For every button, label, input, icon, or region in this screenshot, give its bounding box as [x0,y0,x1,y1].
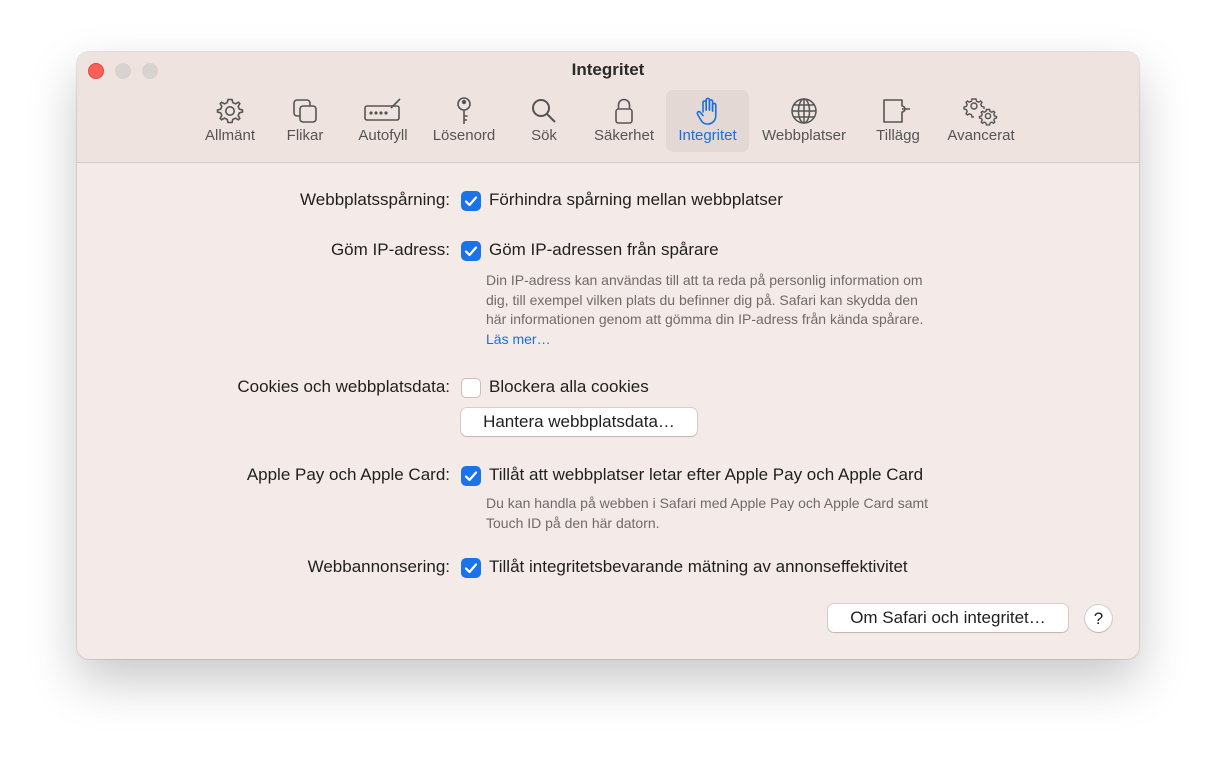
tab-label: Flikar [286,127,324,144]
hide-ip-checkbox[interactable] [461,241,481,261]
tab-autofill[interactable]: Autofyll [348,90,418,152]
titlebar: Integritet Allmänt Flikar Autofyll Lösen… [77,52,1139,163]
apple-pay-label: Apple Pay och Apple Card: [246,465,450,484]
tab-extensions[interactable]: Tillägg [866,90,930,152]
key-icon [457,97,471,124]
puzzle-icon [883,99,910,123]
help-button[interactable]: ? [1085,605,1112,632]
description-line: Din IP-adress kan användas till att ta r… [486,272,923,288]
block-cookies-option[interactable]: Blockera alla cookies [489,377,649,397]
tab-general[interactable]: Allmänt [195,90,265,152]
description-line: dig, till exempel vilken plats du befinn… [486,291,918,308]
checkmark-icon [464,563,478,574]
block-cookies-checkbox[interactable] [461,378,481,398]
checkmark-icon [464,471,478,482]
hand-icon [696,97,717,125]
apple-pay-checkbox[interactable] [461,466,481,486]
tab-label: Autofyll [358,127,408,144]
tab-label: Avancerat [947,127,1015,144]
tab-privacy[interactable]: Integritet [666,90,749,152]
hide-ip-label: Göm IP-adress: [330,240,450,259]
ad-measurement-checkbox[interactable] [461,558,481,578]
lock-icon [615,98,633,124]
apple-pay-option[interactable]: Tillåt att webbplatser letar efter Apple… [489,465,923,485]
gears-icon [963,98,998,126]
gear-icon [216,98,244,124]
tab-passwords[interactable]: Lösenord [425,90,503,152]
tab-label: Lösenord [432,127,496,144]
tab-tabs[interactable]: Flikar [273,90,337,152]
tracking-label: Webbplatsspårning: [300,190,450,209]
tab-websites[interactable]: Webbplatser [756,90,852,152]
hide-ip-option[interactable]: Göm IP-adressen från spårare [489,240,719,260]
autofill-icon [364,98,401,121]
description-line: Du kan handla på webben i Safari med App… [486,495,929,511]
preferences-toolbar: Allmänt Flikar Autofyll Lösenord Sök Säk… [77,90,1139,154]
tab-label: Integritet [678,127,737,144]
tab-label: Sök [531,127,557,144]
tab-label: Webbplatser [762,127,846,144]
tab-label: Säkerhet [593,127,655,144]
tab-search[interactable]: Sök [519,90,569,152]
tab-security[interactable]: Säkerhet [587,90,661,152]
prevent-tracking-checkbox[interactable] [461,191,481,211]
prevent-tracking-option[interactable]: Förhindra spårning mellan webbplatser [489,190,783,210]
hide-ip-description: Din IP-adress kan användas till att ta r… [486,271,1046,349]
tabs-icon [293,99,317,123]
cookies-label: Cookies och webbplatsdata: [237,377,450,396]
tab-advanced[interactable]: Avancerat [940,90,1022,152]
web-ads-label: Webbannonsering: [307,557,450,576]
tab-label: Tillägg [876,127,920,144]
manage-website-data-button[interactable]: Hantera webbplatsdata… [461,408,697,436]
checkmark-icon [464,246,478,257]
ad-measurement-option[interactable]: Tillåt integritetsbevarande mätning av a… [489,557,908,577]
description-line: Touch ID på den här datorn. [486,514,660,531]
checkmark-icon [464,196,478,207]
description-line: här informationen genom att gömma din IP… [486,311,924,327]
about-safari-privacy-button[interactable]: Om Safari och integritet… [828,604,1068,632]
search-icon [532,99,556,123]
globe-icon [791,98,817,124]
apple-pay-description: Du kan handla på webben i Safari med App… [486,494,1046,533]
safari-settings-window: Integritet Allmänt Flikar Autofyll Lösen… [77,52,1139,659]
window-title: Integritet [571,60,645,79]
tab-label: Allmänt [204,127,256,144]
learn-more-link[interactable]: Läs mer… [486,330,1046,350]
